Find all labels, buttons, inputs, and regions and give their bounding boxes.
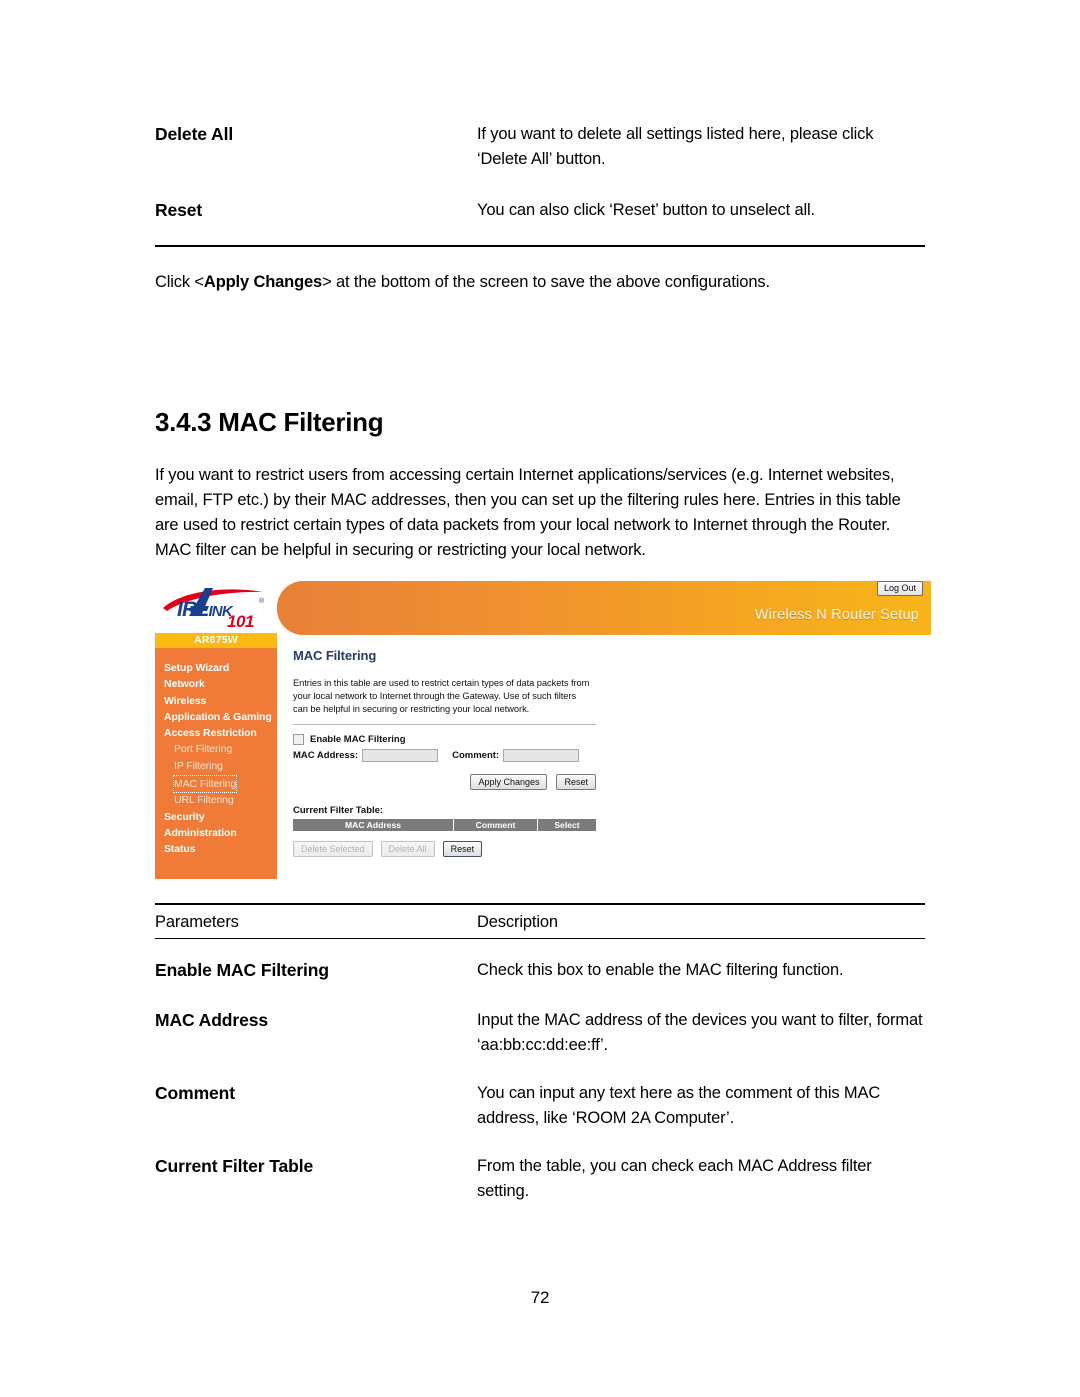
apply-changes-button[interactable]: Apply Changes	[470, 774, 548, 790]
current-filter-table-header: MAC Address Comment Select	[293, 819, 596, 831]
param-desc-mac-address: Input the MAC address of the devices you…	[477, 1011, 923, 1054]
panel-title: MAC Filtering	[293, 648, 377, 663]
mac-address-and-comment-row: MAC Address: Comment:	[293, 749, 931, 762]
sidebar-item-wireless[interactable]: Wireless	[155, 693, 277, 709]
delete-all-button[interactable]: Delete All	[380, 841, 435, 857]
logo-l: L	[196, 598, 209, 621]
registered-trademark-icon: ®	[259, 598, 265, 605]
apply-changes-note: Click <Apply Changes> at the bottom of t…	[155, 270, 925, 295]
panel-action-buttons: Apply Changes Reset	[293, 774, 596, 790]
logo-101: 101	[227, 612, 254, 631]
sidebar-item-url-filtering[interactable]: URL Filtering	[155, 792, 277, 808]
param-row: Delete All If you want to delete all set…	[155, 122, 925, 171]
param-row-comment: Comment You can input any text here as t…	[155, 1081, 925, 1130]
sidebar-item-access-restriction[interactable]: Access Restriction	[155, 725, 277, 741]
param-row: Comment You can input any text here as t…	[155, 1081, 925, 1130]
router-ui-header: Wireless N Router Setup Log Out IRLINK ®…	[155, 576, 931, 648]
param-name-reset: Reset	[155, 200, 203, 220]
param-row-current-filter-table: Current Filter Table From the table, you…	[155, 1154, 925, 1203]
panel-divider	[293, 724, 596, 725]
log-out-button[interactable]: Log Out	[876, 581, 923, 596]
mac-address-label: MAC Address:	[293, 750, 359, 761]
table-header-mac-address: MAC Address	[293, 819, 454, 831]
logo-ir: IR	[177, 598, 197, 621]
param-name-delete-all: Delete All	[155, 124, 234, 144]
sidebar-item-status[interactable]: Status	[155, 841, 277, 857]
param-name-current-filter-table: Current Filter Table	[155, 1156, 314, 1176]
sidebar-item-ip-filtering[interactable]: IP Filtering	[155, 758, 277, 774]
param-desc-comment: You can input any text here as the comme…	[477, 1084, 881, 1127]
table-header-comment: Comment	[454, 819, 538, 831]
table-reset-button[interactable]: Reset	[442, 841, 483, 857]
table-header-select: Select	[554, 820, 580, 830]
section-intro-paragraph: If you want to restrict users from acces…	[155, 466, 901, 559]
param-row: Enable MAC Filtering Check this box to e…	[155, 958, 925, 983]
param-table-header: Parameters Description	[155, 910, 925, 935]
section-divider-top	[155, 245, 925, 247]
router-panel: MAC Filtering Entries in this table are …	[293, 648, 931, 857]
param-row: MAC Address Input the MAC address of the…	[155, 1008, 925, 1057]
current-filter-table-label: Current Filter Table:	[293, 805, 384, 816]
sidebar-item-setup-wizard[interactable]: Setup Wizard	[155, 660, 277, 676]
param-name-mac-address: MAC Address	[155, 1010, 268, 1030]
panel-description: Entries in this table are used to restri…	[293, 678, 590, 714]
param-desc-delete-all: If you want to delete all settings liste…	[477, 125, 874, 168]
delete-selected-button[interactable]: Delete Selected	[293, 841, 373, 857]
model-badge: AR675W	[155, 633, 277, 648]
router-web-ui-screenshot: Wireless N Router Setup Log Out IRLINK ®…	[155, 576, 931, 879]
comment-input[interactable]	[503, 749, 580, 762]
param-row: Reset You can also click ‘Reset’ button …	[155, 198, 925, 223]
sidebar-item-administration[interactable]: Administration	[155, 825, 277, 841]
param-row: Parameters Description	[155, 910, 925, 935]
apply-note-post: > at the bottom of the screen to save th…	[322, 273, 770, 291]
logo-wordmark: IRLINK	[177, 598, 233, 622]
param-table-header-rule	[155, 938, 925, 939]
enable-mac-filtering-label: Enable MAC Filtering	[310, 734, 406, 745]
apply-note-pre: Click <	[155, 273, 204, 291]
param-table-top-rule	[155, 903, 925, 905]
document-page: Delete All If you want to delete all set…	[0, 0, 1080, 1397]
sidebar-item-mac-filtering[interactable]: MAC Filtering	[172, 775, 238, 794]
enable-mac-filtering-checkbox[interactable]	[293, 734, 304, 745]
sidebar-item-application-gaming[interactable]: Application & Gaming	[155, 709, 277, 725]
param-row-enable-mac-filtering: Enable MAC Filtering Check this box to e…	[155, 958, 925, 983]
mac-address-input[interactable]	[362, 749, 439, 762]
param-desc-enable-mac-filtering: Check this box to enable the MAC filteri…	[477, 961, 844, 979]
param-name-enable-mac-filtering: Enable MAC Filtering	[155, 960, 329, 980]
param-desc-current-filter-table: From the table, you can check each MAC A…	[477, 1157, 872, 1200]
comment-label: Comment:	[452, 750, 500, 761]
top-parameter-row-reset: Reset You can also click ‘Reset’ button …	[155, 198, 925, 223]
reset-button[interactable]: Reset	[556, 774, 596, 790]
top-parameter-row-delete-all: Delete All If you want to delete all set…	[155, 122, 925, 171]
airlink-logo: IRLINK ® 101	[155, 578, 277, 633]
apply-note-bold: Apply Changes	[203, 273, 323, 291]
sidebar-item-network[interactable]: Network	[155, 676, 277, 692]
router-sidebar-nav: Setup Wizard Network Wireless Application &…	[155, 648, 277, 879]
param-desc-reset: You can also click ‘Reset’ button to uns…	[477, 201, 815, 219]
sidebar-item-security[interactable]: Security	[155, 809, 277, 825]
enable-mac-filtering-row[interactable]: Enable MAC Filtering	[293, 734, 931, 745]
header-title: Wireless N Router Setup	[754, 607, 919, 623]
param-row-mac-address: MAC Address Input the MAC address of the…	[155, 1008, 925, 1057]
sidebar-item-port-filtering[interactable]: Port Filtering	[155, 741, 277, 757]
page-title: 3.4.3 MAC Filtering	[155, 407, 384, 437]
page-number: 72	[530, 1288, 550, 1307]
table-action-buttons: Delete Selected Delete All Reset	[293, 841, 931, 857]
table-header-parameters: Parameters	[155, 913, 239, 931]
table-header-description: Description	[477, 913, 558, 931]
param-name-comment: Comment	[155, 1083, 235, 1103]
param-row: Current Filter Table From the table, you…	[155, 1154, 925, 1203]
